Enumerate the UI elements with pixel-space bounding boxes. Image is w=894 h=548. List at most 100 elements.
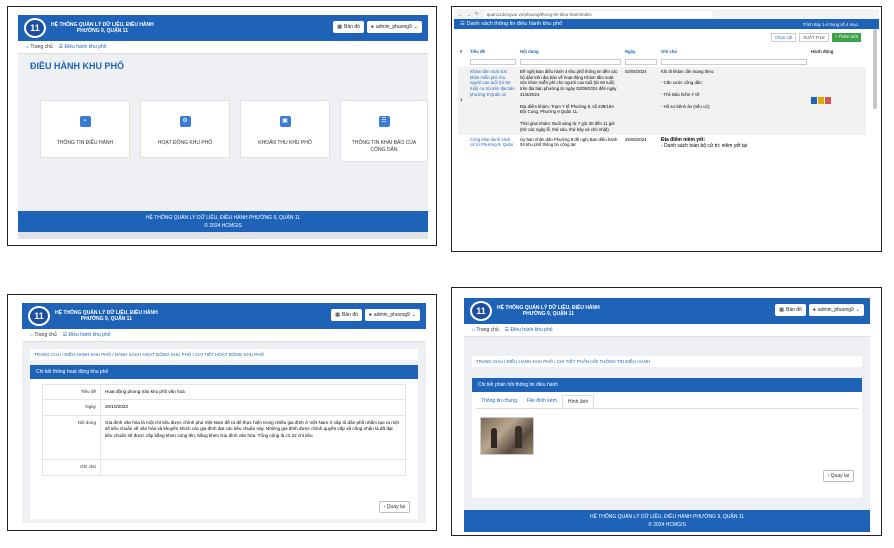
tab-file-dinh-kem[interactable]: File đính kèm — [522, 395, 562, 408]
card-khai-bao-cong-dan[interactable]: ☰ THÔNG TIN KHAI BÁO CỦA CÔNG DÂN — [340, 100, 428, 162]
screenshot-feedback-detail: 11 HỆ THỐNG QUẢN LÝ DỮ LIỆU, ĐIỀU HÀNH P… — [451, 287, 882, 536]
document-icon: ▪ — [79, 116, 91, 127]
dashboard-screen: 11 HỆ THỐNG QUẢN LÝ DỮ LIỆU, ĐIỀU HÀNH P… — [18, 15, 428, 239]
list-icon: ☰ — [58, 44, 64, 50]
info-table: # Tiêu đề Nội dung Ngày Ghi chú Hành độn… — [458, 47, 866, 152]
scrollbar[interactable] — [873, 29, 877, 109]
detail-table: Tiêu đề Hoạt động phong trào khu phố văn … — [42, 383, 406, 476]
add-new-button[interactable]: + Thêm mới — [831, 33, 861, 42]
district-logo: 11 — [28, 306, 50, 326]
feedback-screen: 11 HỆ THỐNG QUẢN LÝ DỮ LIỆU, ĐIỀU HÀNH P… — [464, 298, 870, 532]
card-hoat-dong-khu-pho[interactable]: ⚙ HOẠT ĐỘNG KHU PHỐ — [140, 100, 230, 158]
forward-icon[interactable]: → — [467, 12, 472, 17]
card-thong-tin-dieu-hanh[interactable]: ▪ THÔNG TIN ĐIỀU HÀNH — [40, 100, 130, 158]
list-icon: ☰ — [460, 21, 465, 27]
nav-bar: ⌂ Trang chủ ☰ Điều hành khu phố — [22, 329, 426, 342]
map-button[interactable]: ▦ Bản đồ — [333, 21, 364, 33]
app-footer: HỆ THỐNG QUẢN LÝ DỮ LIỆU, ĐIỀU HÀNH PHƯỜ… — [18, 211, 428, 232]
detail-row: Ghi chú — [42, 458, 406, 476]
detail-title: Chi tiết phản hồi thông tin điều hành — [472, 378, 862, 392]
app-title: HỆ THỐNG QUẢN LÝ DỮ LIỆU, ĐIỀU HÀNH PHƯỜ… — [51, 21, 154, 35]
map-icon: ▦ — [779, 307, 785, 313]
delete-icon[interactable] — [825, 96, 832, 104]
user-menu-button[interactable]: ● admin_phuong9 ⌄ — [366, 21, 422, 33]
map-icon: ▦ — [335, 312, 341, 318]
chevron-down-icon: ⌄ — [413, 24, 418, 30]
tab-hinh-anh[interactable]: Hình ảnh — [561, 395, 595, 408]
detail-box: Chi tiết phản hồi thông tin điều hành Th… — [472, 378, 862, 498]
nav-bar: ⌂ Trang chủ ☰ Điều hành khu phố — [18, 41, 428, 54]
back-button[interactable]: ‹ Quay lại — [378, 501, 410, 513]
filter-title-input[interactable] — [470, 58, 516, 65]
choose-columns-button[interactable]: Chọn cột — [770, 33, 797, 42]
screenshot-dashboard: 11 HỆ THỐNG QUẢN LÝ DỮ LIỆU, ĐIỀU HÀNH P… — [7, 6, 437, 246]
map-icon: ▦ — [337, 24, 343, 30]
home-icon: ⌂ — [26, 44, 30, 50]
user-icon: ● — [368, 312, 372, 318]
district-logo: 11 — [24, 18, 46, 38]
app-header: 11 HỆ THỐNG QUẢN LÝ DỮ LIỆU, ĐIỀU HÀNH P… — [464, 298, 870, 324]
list-screen: ← → ↻ quan11dongvui.vn/phuong/thong-tin-… — [454, 9, 879, 249]
home-link[interactable]: ⌂ Trang chủ — [26, 44, 53, 50]
filter-content-input[interactable] — [520, 58, 621, 65]
list-icon: ☰ — [62, 332, 68, 338]
browser-bar: ← → ↻ quan11dongvui.vn/phuong/thong-tin-… — [454, 9, 879, 19]
screenshot-activity-detail: 11 HỆ THỐNG QUẢN LÝ DỮ LIỆU, ĐIỀU HÀNH P… — [7, 294, 437, 531]
photo-figure — [515, 426, 522, 448]
user-icon: ● — [812, 307, 816, 313]
breadcrumb: TRANG CHỦ / ĐIỀU HÀNH KHU PHỐ / CHI TIẾT… — [472, 356, 862, 367]
edit-icon[interactable] — [818, 96, 825, 104]
list-icon: ☰ — [378, 116, 390, 127]
app-footer: HỆ THỐNG QUẢN LÝ DỮ LIỆU, ĐIỀU HÀNH PHƯỜ… — [464, 510, 870, 532]
user-icon: ● — [370, 24, 374, 30]
home-icon: ⌂ — [472, 327, 476, 333]
url-bar[interactable]: quan11dongvui.vn/phuong/thong-tin-dieu-h… — [482, 10, 713, 18]
summary-text: Trình bày 1-4 trong số 4 mục. — [802, 21, 859, 27]
chevron-down-icon: ⌄ — [855, 307, 860, 313]
map-button[interactable]: ▦ Bản đồ — [331, 309, 362, 321]
view-icon[interactable] — [811, 96, 817, 104]
filter-date-input[interactable] — [625, 58, 657, 65]
district-logo: 11 — [470, 301, 492, 321]
table-header: # Tiêu đề Nội dung Ngày Ghi chú Hành độn… — [460, 49, 834, 54]
screenshot-list: ← → ↻ quan11dongvui.vn/phuong/thong-tin-… — [451, 6, 882, 252]
photo-thumbnail[interactable] — [480, 417, 534, 455]
tab-thong-tin-chung[interactable]: Thông tin chung — [476, 395, 522, 408]
app-header: 11 HỆ THỐNG QUẢN LÝ DỮ LIỆU, ĐIỀU HÀNH P… — [22, 303, 426, 329]
user-menu-button[interactable]: ● admin_phuong9 ⌄ — [364, 309, 420, 321]
filter-row — [458, 57, 866, 67]
home-icon: ⌂ — [30, 332, 34, 338]
nav-bar: ⌂ Trang chủ ☰ Điều hành khu phố — [464, 324, 870, 337]
card-khoan-thu[interactable]: ▣ KHOẢN THU KHU PHỐ — [240, 100, 330, 158]
breadcrumb: TRANG CHỦ / ĐIỀU HÀNH KHU PHỐ / DANH SÁC… — [30, 349, 418, 360]
activity-screen: 11 HỆ THỐNG QUẢN LÝ DỮ LIỆU, ĐIỀU HÀNH P… — [22, 303, 426, 523]
list-header: ☰ Danh sách thông tin điều hành khu phố … — [454, 19, 879, 29]
list-icon: ☰ — [504, 327, 510, 333]
detail-row: Tiêu đề Hoạt động phong trào khu phố văn … — [42, 383, 406, 401]
photo-figure — [491, 428, 497, 448]
table-row: 1 Khám tầm soát sức khỏe miễn phí cho ng… — [458, 66, 866, 135]
os-taskbar — [18, 232, 428, 239]
detail-title: Chi tiết thông hoạt động khu phố — [30, 365, 418, 379]
tab-dieu-hanh[interactable]: ☰ Điều hành khu phố — [59, 44, 107, 50]
detail-box: Chi tiết thông hoạt động khu phố Tiêu đề… — [30, 365, 418, 519]
tab-dieu-hanh[interactable]: ☰ Điều hành khu phố — [505, 327, 553, 333]
reload-icon[interactable]: ↻ — [475, 11, 479, 17]
app-title: HỆ THỐNG QUẢN LÝ DỮ LIỆU, ĐIỀU HÀNH PHƯỜ… — [497, 304, 600, 318]
home-link[interactable]: ⌂ Trang chủ — [472, 327, 499, 333]
export-button[interactable]: XUẤT FILE — [799, 33, 829, 42]
detail-row: Ngày 20/10/2023 — [42, 399, 406, 416]
detail-row: Nội dung Gia đình văn hóa là một chỉ tiêu… — [42, 414, 406, 460]
tab-dieu-hanh[interactable]: ☰ Điều hành khu phố — [63, 332, 111, 338]
money-icon: ▣ — [279, 116, 291, 127]
home-link[interactable]: ⌂ Trang chủ — [30, 332, 57, 338]
user-menu-button[interactable]: ● admin_phuong9 ⌄ — [808, 304, 864, 316]
back-icon[interactable]: ← — [458, 12, 463, 17]
chevron-down-icon: ⌄ — [411, 312, 416, 318]
map-button[interactable]: ▦ Bản đồ — [775, 304, 806, 316]
table-row: Công khai danh sách cử tri Phường 9, Quậ… — [470, 136, 748, 150]
back-button[interactable]: ‹ Quay lại — [822, 470, 854, 482]
filter-note-input[interactable] — [661, 58, 807, 65]
tab-bar: Thông tin chung File đính kèm Hình ảnh — [476, 395, 858, 409]
app-header: 11 HỆ THỐNG QUẢN LÝ DỮ LIỆU, ĐIỀU HÀNH P… — [18, 15, 428, 41]
